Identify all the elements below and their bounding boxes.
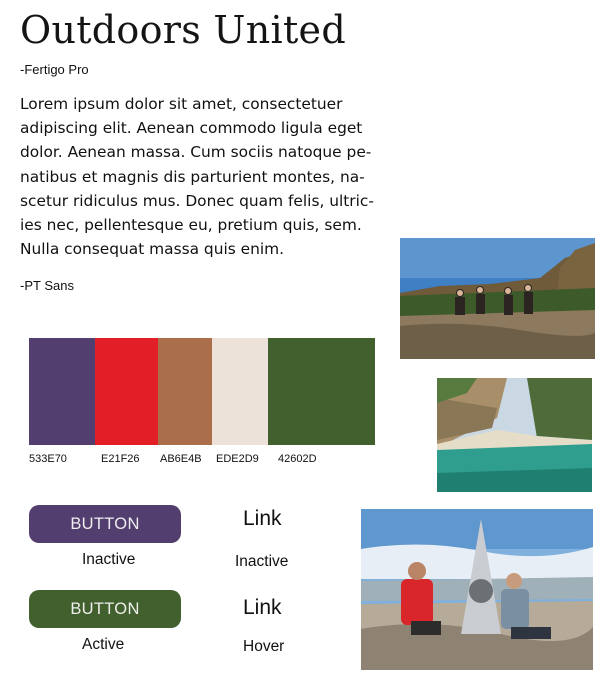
body-text-line: dolor. Aenean massa. Cum sociis natoque … xyxy=(20,143,372,162)
swatch-hex-label: AB6E4B xyxy=(160,453,202,465)
link-inactive[interactable]: Link xyxy=(243,507,282,531)
link-hover-caption: Hover xyxy=(243,638,285,655)
body-text-line: Lorem ipsum dolor sit amet, consectetuer xyxy=(20,95,343,113)
body-text-line: ies nec, pellentesque eu, pretium quis, … xyxy=(20,216,362,235)
button-active[interactable]: BUTTON xyxy=(29,590,181,628)
link-hover[interactable]: Link xyxy=(243,596,282,620)
body-text-line: scetur ridiculus mus. Donec quam felis, … xyxy=(20,191,374,210)
body-text-line: adipiscing elit. Aenean commodo ligula e… xyxy=(20,119,363,138)
body-text-line: natibus et magnis dis parturient montes,… xyxy=(20,167,365,186)
button-active-caption: Active xyxy=(82,636,125,653)
button-inactive[interactable]: BUTTON xyxy=(29,505,181,543)
swatch-cream xyxy=(212,338,268,445)
body-text: Lorem ipsum dolor sit amet, consectetuer… xyxy=(20,92,380,261)
heading-font-note: -Fertigo Pro xyxy=(20,62,89,77)
swatch-hex-label: 533E70 xyxy=(29,453,67,465)
body-text-line: Nulla consequat massa quis enim. xyxy=(20,240,285,259)
swatch-red xyxy=(95,338,158,445)
photo-summit-hikers xyxy=(361,509,593,670)
brand-title: Outdoors United xyxy=(20,8,346,52)
body-font-note: -PT Sans xyxy=(20,278,74,293)
photo-canyon-pool xyxy=(437,378,592,492)
swatch-hex-label: E21F26 xyxy=(101,453,140,465)
swatch-brown xyxy=(158,338,212,445)
swatch-hex-label: EDE2D9 xyxy=(216,453,259,465)
photo-group-jumping xyxy=(400,238,595,359)
link-inactive-caption: Inactive xyxy=(235,553,289,570)
swatch-hex-label: 42602D xyxy=(278,453,317,465)
swatch-purple xyxy=(29,338,95,445)
button-inactive-caption: Inactive xyxy=(82,551,136,568)
swatch-green xyxy=(268,338,375,445)
